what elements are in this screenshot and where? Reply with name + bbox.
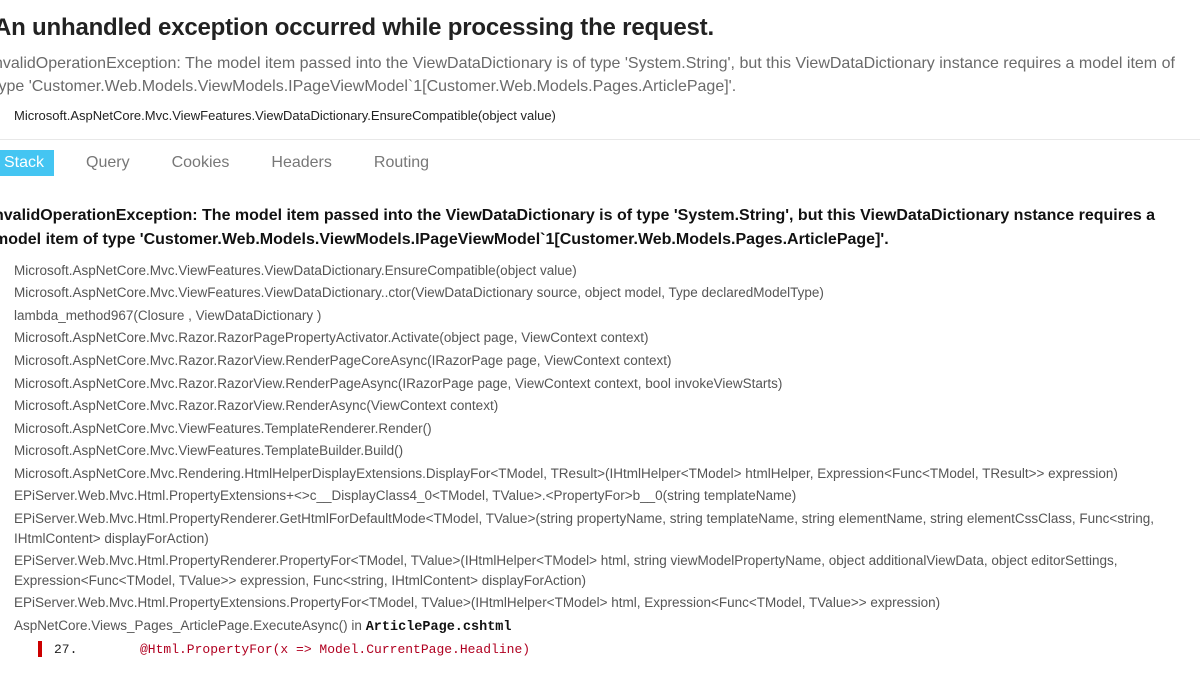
stack-frame[interactable]: lambda_method967(Closure , ViewDataDicti… (14, 306, 1200, 326)
stack-frame[interactable]: EPiServer.Web.Mvc.Html.PropertyRenderer.… (14, 509, 1200, 548)
code-context: 27. @Html.PropertyFor(x => Model.Current… (38, 641, 1200, 657)
stack-frame[interactable]: Microsoft.AspNetCore.Mvc.Razor.RazorView… (14, 396, 1200, 416)
code-line-text: @Html.PropertyFor(x => Model.CurrentPage… (140, 642, 530, 657)
tab-cookies[interactable]: Cookies (162, 150, 240, 176)
stack-frame[interactable]: Microsoft.AspNetCore.Mvc.ViewFeatures.Vi… (14, 283, 1200, 303)
code-line-number: 27. (54, 642, 80, 657)
stack-frame-current[interactable]: AspNetCore.Views_Pages_ArticlePage.Execu… (14, 616, 1200, 638)
stack-frames: Microsoft.AspNetCore.Mvc.ViewFeatures.Vi… (14, 261, 1200, 658)
stack-frame[interactable]: Microsoft.AspNetCore.Mvc.Rendering.HtmlH… (14, 464, 1200, 484)
stack-frame[interactable]: Microsoft.AspNetCore.Mvc.Razor.RazorView… (14, 374, 1200, 394)
stack-frame[interactable]: Microsoft.AspNetCore.Mvc.ViewFeatures.Te… (14, 419, 1200, 439)
stack-frame-file: ArticlePage.cshtml (366, 620, 512, 635)
stack-frame[interactable]: EPiServer.Web.Mvc.Html.PropertyExtension… (14, 486, 1200, 506)
error-marker-icon (38, 641, 42, 657)
stack-exception-heading: nvalidOperationException: The model item… (0, 204, 1200, 250)
exception-summary: nvalidOperationException: The model item… (0, 52, 1200, 98)
stack-frame[interactable]: Microsoft.AspNetCore.Mvc.Razor.RazorView… (14, 351, 1200, 371)
tab-query[interactable]: Query (76, 150, 140, 176)
stack-frame[interactable]: Microsoft.AspNetCore.Mvc.Razor.RazorPage… (14, 328, 1200, 348)
stack-frame[interactable]: EPiServer.Web.Mvc.Html.PropertyRenderer.… (14, 551, 1200, 590)
tab-routing[interactable]: Routing (364, 150, 439, 176)
stack-frame[interactable]: Microsoft.AspNetCore.Mvc.ViewFeatures.Vi… (14, 261, 1200, 281)
tab-bar: Stack Query Cookies Headers Routing (0, 139, 1200, 186)
stack-frame[interactable]: Microsoft.AspNetCore.Mvc.ViewFeatures.Te… (14, 441, 1200, 461)
exception-source: Microsoft.AspNetCore.Mvc.ViewFeatures.Vi… (14, 108, 1200, 123)
stack-frame-prefix: AspNetCore.Views_Pages_ArticlePage.Execu… (14, 618, 366, 633)
page-title: An unhandled exception occurred while pr… (0, 14, 1200, 42)
tab-stack[interactable]: Stack (0, 150, 54, 176)
stack-frame[interactable]: EPiServer.Web.Mvc.Html.PropertyExtension… (14, 593, 1200, 613)
tab-headers[interactable]: Headers (261, 150, 341, 176)
